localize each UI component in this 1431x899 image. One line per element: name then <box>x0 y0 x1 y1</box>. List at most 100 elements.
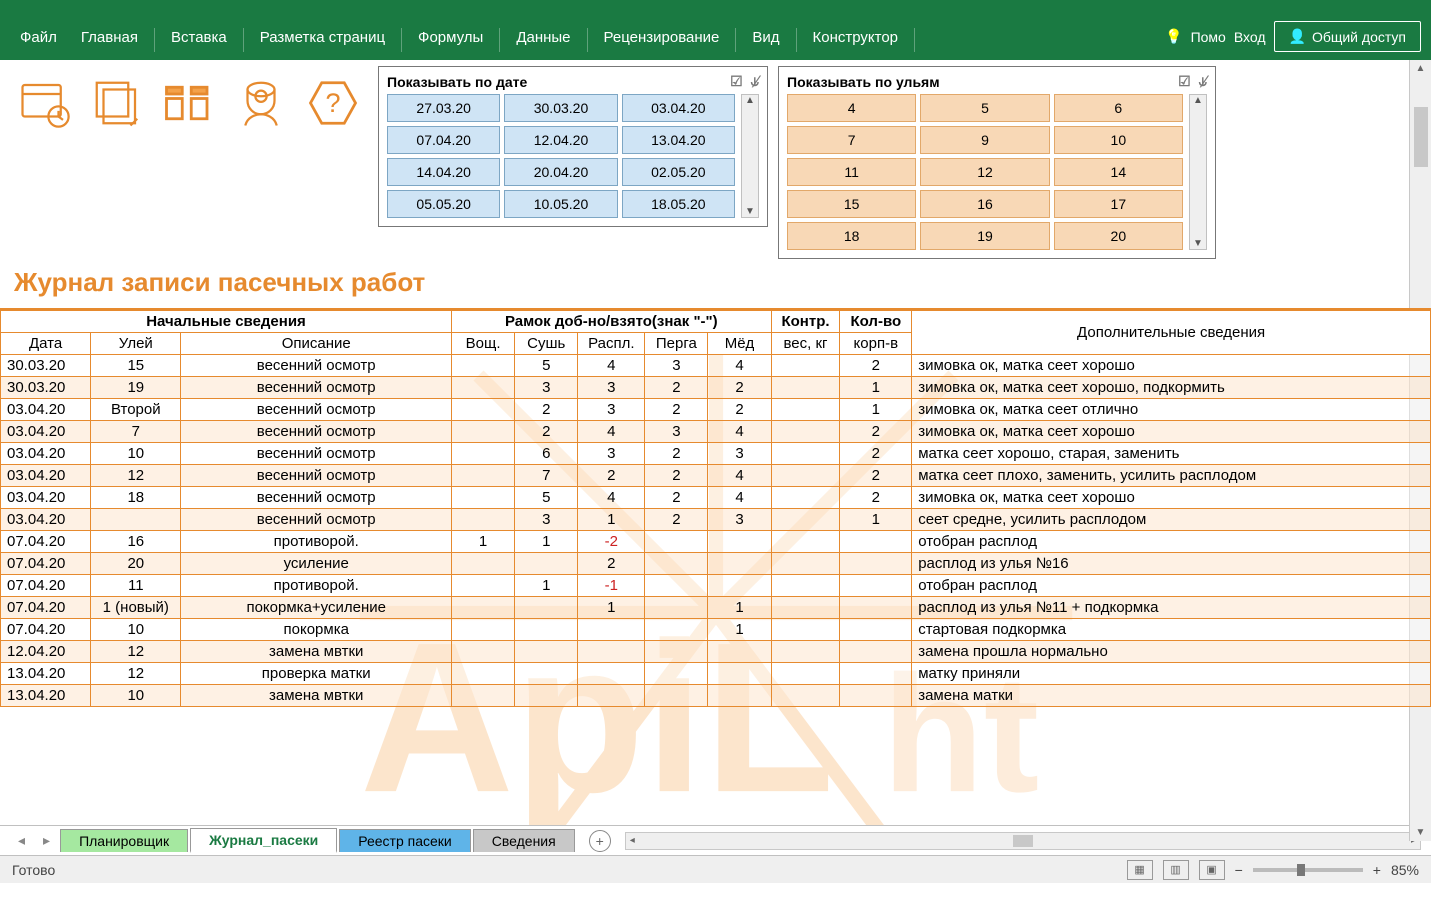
slicer-date-item[interactable]: 05.05.20 <box>387 190 500 218</box>
table-cell[interactable] <box>771 597 840 619</box>
table-cell[interactable]: 19 <box>91 377 181 399</box>
table-cell[interactable]: зимовка ок, матка сеет отлично <box>912 399 1431 421</box>
table-row[interactable]: 13.04.2010замена мвткизамена матки <box>1 685 1431 707</box>
table-cell[interactable]: 2 <box>515 399 578 421</box>
table-cell[interactable]: 03.04.20 <box>1 443 91 465</box>
table-row[interactable]: 30.03.2015весенний осмотр54342зимовка ок… <box>1 355 1431 377</box>
table-cell[interactable]: 1 <box>840 377 912 399</box>
table-cell[interactable]: расплод из улья №11 + подкормка <box>912 597 1431 619</box>
table-cell[interactable] <box>452 641 515 663</box>
ribbon-layout[interactable]: Разметка страниц <box>250 23 395 52</box>
slicer-hive-item[interactable]: 18 <box>787 222 916 250</box>
table-cell[interactable] <box>645 575 708 597</box>
slicer-hive-item[interactable]: 11 <box>787 158 916 186</box>
table-cell[interactable]: 2 <box>645 465 708 487</box>
table-cell[interactable] <box>771 443 840 465</box>
tab-planner[interactable]: Планировщик <box>60 829 188 852</box>
table-cell[interactable]: -2 <box>578 531 645 553</box>
table-cell[interactable]: усиление <box>181 553 452 575</box>
table-cell[interactable]: 03.04.20 <box>1 465 91 487</box>
table-cell[interactable]: 2 <box>840 465 912 487</box>
table-row[interactable]: 03.04.20Второйвесенний осмотр23221зимовк… <box>1 399 1431 421</box>
table-cell[interactable]: 6 <box>515 443 578 465</box>
ribbon-design[interactable]: Конструктор <box>803 23 909 52</box>
table-cell[interactable]: противорой. <box>181 531 452 553</box>
table-cell[interactable] <box>840 663 912 685</box>
table-cell[interactable] <box>708 641 771 663</box>
view-layout-button[interactable]: ▥ <box>1163 860 1189 880</box>
table-cell[interactable] <box>578 641 645 663</box>
zoom-level[interactable]: 85% <box>1391 862 1419 878</box>
table-cell[interactable] <box>515 553 578 575</box>
table-cell[interactable] <box>91 509 181 531</box>
table-cell[interactable] <box>840 685 912 707</box>
table-cell[interactable]: весенний осмотр <box>181 465 452 487</box>
clear-filter-icon[interactable]: ⫝̸ <box>751 73 759 90</box>
table-cell[interactable] <box>452 663 515 685</box>
table-cell[interactable]: 1 (новый) <box>91 597 181 619</box>
share-button[interactable]: Общий доступ <box>1274 21 1422 52</box>
table-cell[interactable] <box>452 421 515 443</box>
table-cell[interactable] <box>840 597 912 619</box>
table-cell[interactable]: 2 <box>708 377 771 399</box>
slicer-date-item[interactable]: 03.04.20 <box>622 94 735 122</box>
table-cell[interactable]: 16 <box>91 531 181 553</box>
table-cell[interactable] <box>771 355 840 377</box>
ribbon-file[interactable]: Файл <box>10 23 67 52</box>
table-cell[interactable]: 07.04.20 <box>1 531 91 553</box>
table-cell[interactable]: 2 <box>645 443 708 465</box>
slicer-date-item[interactable]: 07.04.20 <box>387 126 500 154</box>
table-cell[interactable]: весенний осмотр <box>181 421 452 443</box>
table-cell[interactable]: 7 <box>91 421 181 443</box>
table-cell[interactable]: замена прошла нормально <box>912 641 1431 663</box>
table-cell[interactable]: 10 <box>91 619 181 641</box>
table-row[interactable]: 03.04.2018весенний осмотр54242зимовка ок… <box>1 487 1431 509</box>
table-row[interactable]: 12.04.2012замена мвткизамена прошла норм… <box>1 641 1431 663</box>
table-cell[interactable]: 2 <box>645 377 708 399</box>
table-cell[interactable]: матка сеет плохо, заменить, усилить расп… <box>912 465 1431 487</box>
table-cell[interactable] <box>708 553 771 575</box>
slicer-date-item[interactable]: 14.04.20 <box>387 158 500 186</box>
table-cell[interactable]: противорой. <box>181 575 452 597</box>
table-cell[interactable]: 1 <box>578 509 645 531</box>
table-row[interactable]: 30.03.2019весенний осмотр33221зимовка ок… <box>1 377 1431 399</box>
table-row[interactable]: 03.04.207весенний осмотр24342зимовка ок,… <box>1 421 1431 443</box>
table-cell[interactable]: 2 <box>840 487 912 509</box>
table-cell[interactable]: 12 <box>91 465 181 487</box>
table-cell[interactable]: проверка матки <box>181 663 452 685</box>
table-cell[interactable]: 1 <box>578 597 645 619</box>
table-cell[interactable]: 03.04.20 <box>1 399 91 421</box>
horizontal-scrollbar[interactable]: ◂▸ <box>625 832 1421 850</box>
table-cell[interactable]: 2 <box>840 355 912 377</box>
table-cell[interactable]: 4 <box>578 355 645 377</box>
table-cell[interactable]: матка сеет хорошо, старая, заменить <box>912 443 1431 465</box>
tab-nav-next[interactable]: ▸ <box>35 832 58 849</box>
ribbon-view[interactable]: Вид <box>742 23 789 52</box>
ribbon-insert[interactable]: Вставка <box>161 23 237 52</box>
table-cell[interactable]: 4 <box>578 487 645 509</box>
table-cell[interactable] <box>771 685 840 707</box>
slicer-hive-item[interactable]: 14 <box>1054 158 1183 186</box>
table-cell[interactable] <box>645 597 708 619</box>
table-cell[interactable] <box>771 553 840 575</box>
table-cell[interactable] <box>515 597 578 619</box>
slicer-hive-item[interactable]: 4 <box>787 94 916 122</box>
table-cell[interactable]: 30.03.20 <box>1 377 91 399</box>
table-cell[interactable] <box>452 487 515 509</box>
slicer-hive-item[interactable]: 6 <box>1054 94 1183 122</box>
table-cell[interactable]: замена мвтки <box>181 641 452 663</box>
ribbon-data[interactable]: Данные <box>506 23 580 52</box>
ribbon-login[interactable]: Вход <box>1234 29 1266 45</box>
ribbon-home[interactable]: Главная <box>71 23 148 52</box>
table-cell[interactable]: стартовая подкормка <box>912 619 1431 641</box>
table-cell[interactable]: 2 <box>645 487 708 509</box>
slicer-hive-item[interactable]: 15 <box>787 190 916 218</box>
table-cell[interactable]: 2 <box>645 399 708 421</box>
table-cell[interactable]: весенний осмотр <box>181 355 452 377</box>
zoom-slider[interactable] <box>1253 868 1363 872</box>
table-cell[interactable]: 1 <box>708 597 771 619</box>
table-cell[interactable] <box>708 685 771 707</box>
table-cell[interactable]: 12 <box>91 641 181 663</box>
table-cell[interactable]: 7 <box>515 465 578 487</box>
table-cell[interactable] <box>645 553 708 575</box>
